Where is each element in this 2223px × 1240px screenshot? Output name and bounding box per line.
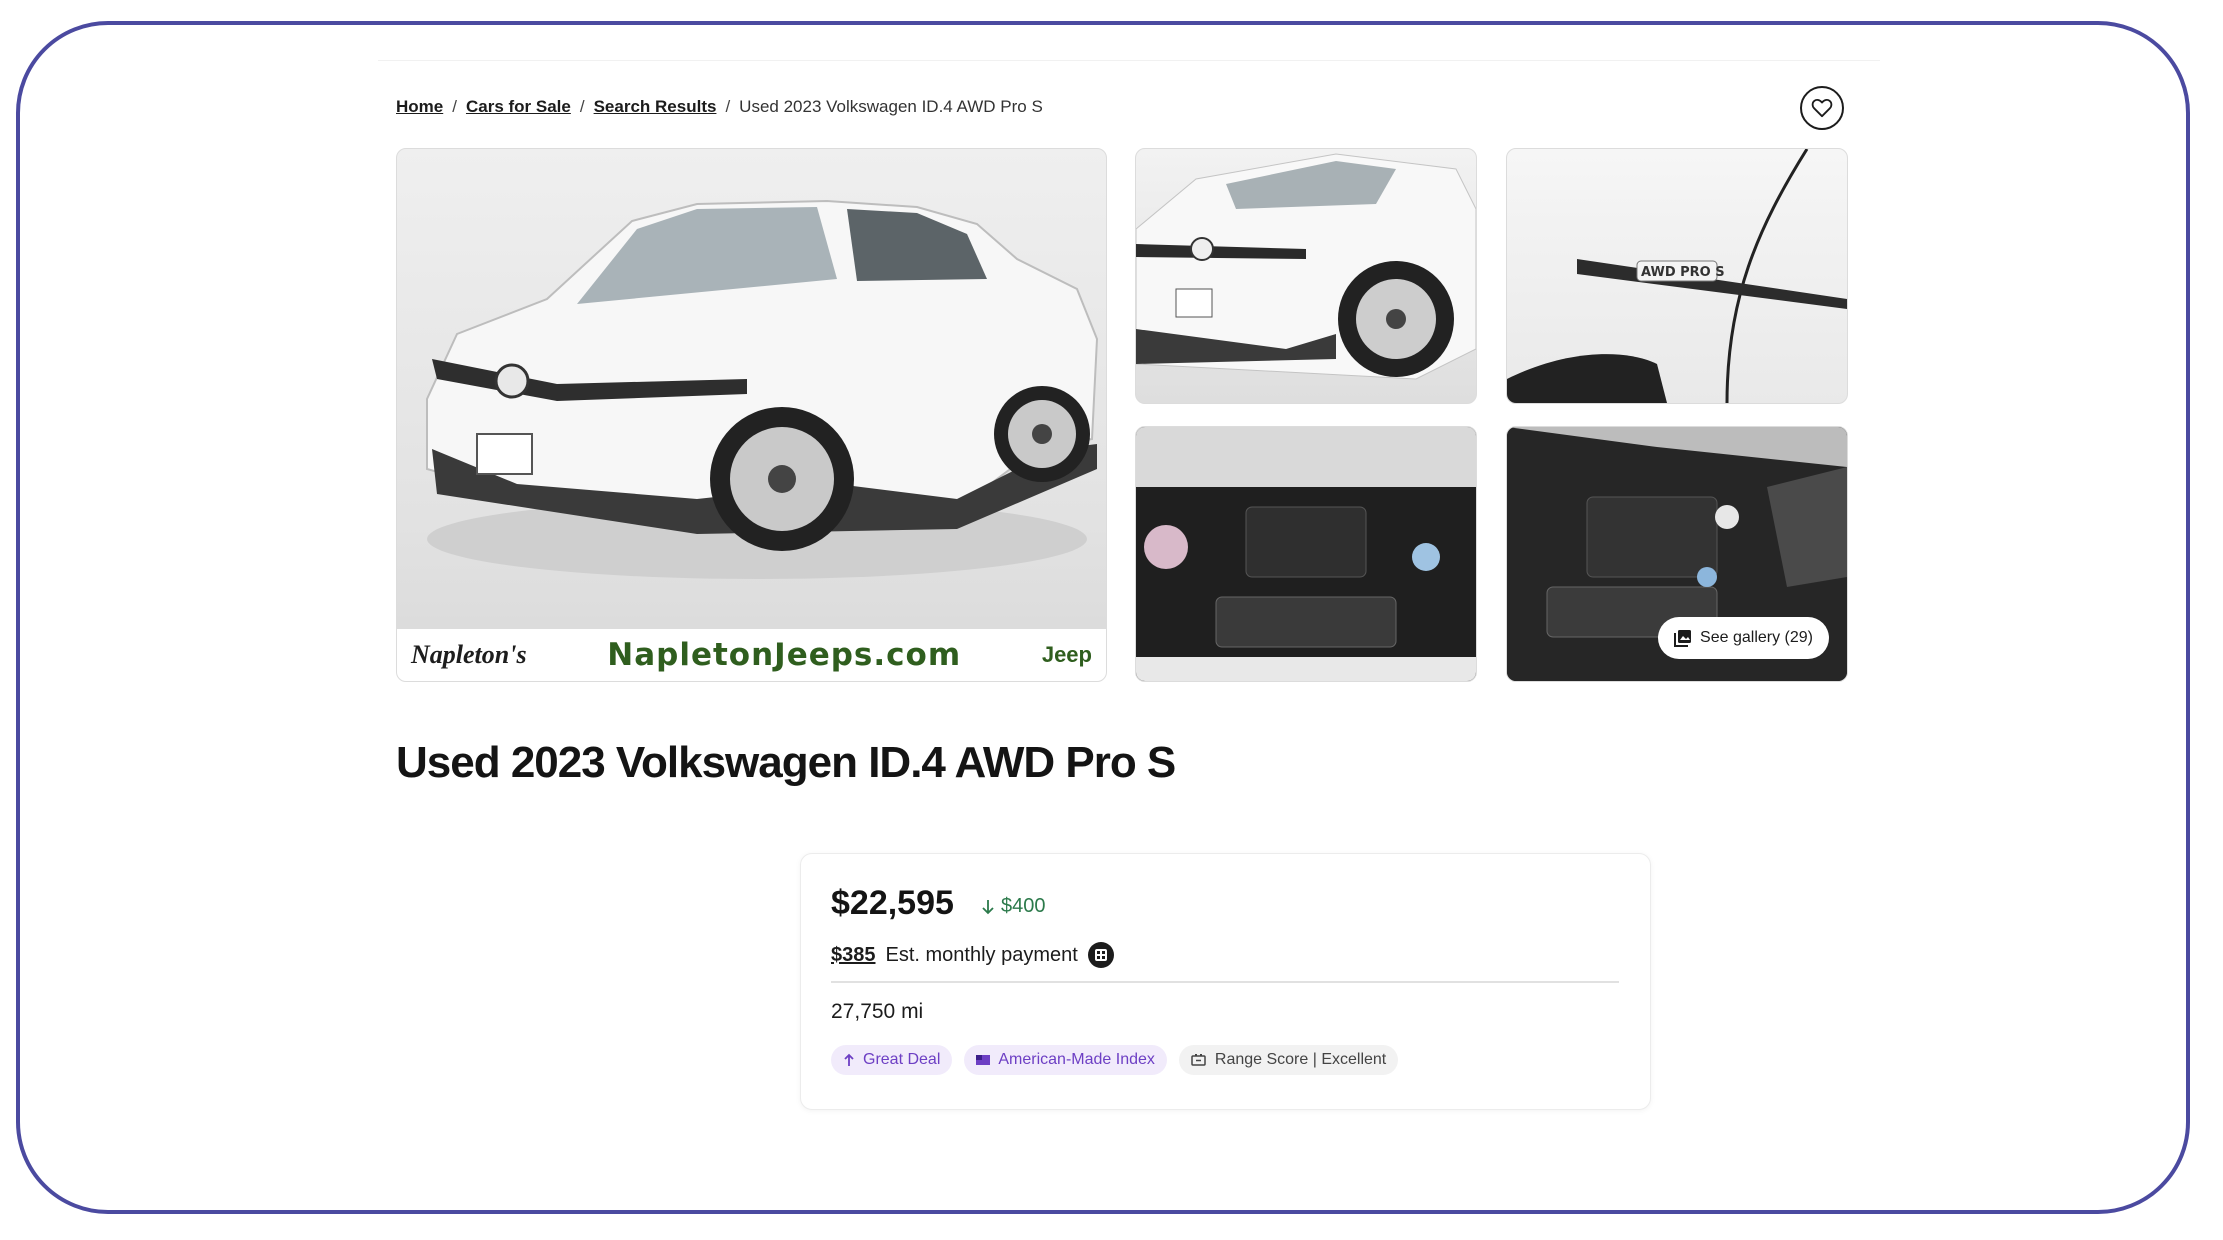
price-drop: $400 — [981, 895, 1046, 918]
gallery-icon — [1674, 630, 1692, 647]
flag-icon — [976, 1055, 991, 1065]
breadcrumb-cars-for-sale[interactable]: Cars for Sale — [466, 97, 571, 117]
dealer-banner: Napleton's NapletonJeeps.com Jeep — [397, 629, 1106, 681]
great-deal-label: Great Deal — [863, 1051, 941, 1068]
motor-compartment-image — [1136, 427, 1476, 681]
car-front-detail-image — [1136, 153, 1476, 380]
monthly-payment: $385 Est. monthly payment — [831, 942, 1114, 968]
breadcrumb-home[interactable]: Home — [396, 97, 443, 117]
monthly-payment-amount[interactable]: $385 — [831, 944, 876, 967]
range-score-badge[interactable]: Range Score | Excellent — [1178, 1045, 1399, 1075]
great-deal-badge[interactable]: Great Deal — [831, 1045, 953, 1075]
breadcrumb-separator: / — [725, 97, 731, 116]
listing-title: Used 2023 Volkswagen ID.4 AWD Pro S — [396, 738, 1176, 787]
monthly-payment-label: Est. monthly payment — [885, 943, 1078, 966]
badge-text: AWD PRO S — [1641, 265, 1725, 280]
breadcrumb-search-results[interactable]: Search Results — [594, 97, 717, 117]
breadcrumb-separator: / — [452, 97, 457, 116]
arrow-up-icon — [844, 1053, 854, 1066]
badge-list: Great Deal American-Made Index Range Sco… — [831, 1045, 1399, 1075]
heart-icon — [1811, 98, 1833, 118]
see-gallery-label: See gallery (29) — [1700, 629, 1813, 646]
mileage: 27,750 mi — [831, 1000, 924, 1023]
dealer-brand-logo: Jeep — [1041, 642, 1092, 667]
battery-icon — [1191, 1054, 1206, 1066]
gallery-thumbnail-frunk-angle[interactable]: See gallery (29) — [1506, 426, 1848, 682]
car-side-badge-image: AWD PRO S — [1507, 149, 1847, 403]
listing-price: $22,595 — [831, 884, 954, 922]
gallery-thumbnail-frunk[interactable] — [1135, 426, 1477, 682]
american-made-label: American-Made Index — [998, 1051, 1155, 1068]
car-front-image — [426, 199, 1099, 579]
main-vehicle-photo[interactable]: Napleton's NapletonJeeps.com Jeep — [396, 148, 1107, 682]
see-gallery-button[interactable]: See gallery (29) — [1658, 617, 1829, 659]
breadcrumb-current: Used 2023 Volkswagen ID.4 AWD Pro S — [739, 97, 1043, 116]
header-divider — [378, 60, 1880, 61]
arrow-down-icon — [982, 899, 994, 914]
dealer-url: NapletonJeeps.com — [607, 637, 962, 673]
price-card: $22,595 $400 $385 Est. monthly payment 2… — [800, 853, 1651, 1110]
american-made-badge[interactable]: American-Made Index — [964, 1045, 1167, 1075]
favorite-button[interactable] — [1800, 86, 1844, 130]
gallery-thumbnail-badge[interactable]: AWD PRO S — [1506, 148, 1848, 404]
breadcrumb-separator: / — [579, 97, 585, 116]
dealer-logo: Napleton's — [411, 640, 527, 669]
price-drop-amount: $400 — [1001, 895, 1046, 917]
breadcrumb: Home / Cars for Sale / Search Results / … — [396, 97, 1043, 117]
gallery-thumbnail-front[interactable] — [1135, 148, 1477, 404]
calculator-icon[interactable] — [1087, 942, 1114, 968]
card-divider — [831, 981, 1619, 983]
range-score-label: Range Score | Excellent — [1214, 1051, 1387, 1068]
